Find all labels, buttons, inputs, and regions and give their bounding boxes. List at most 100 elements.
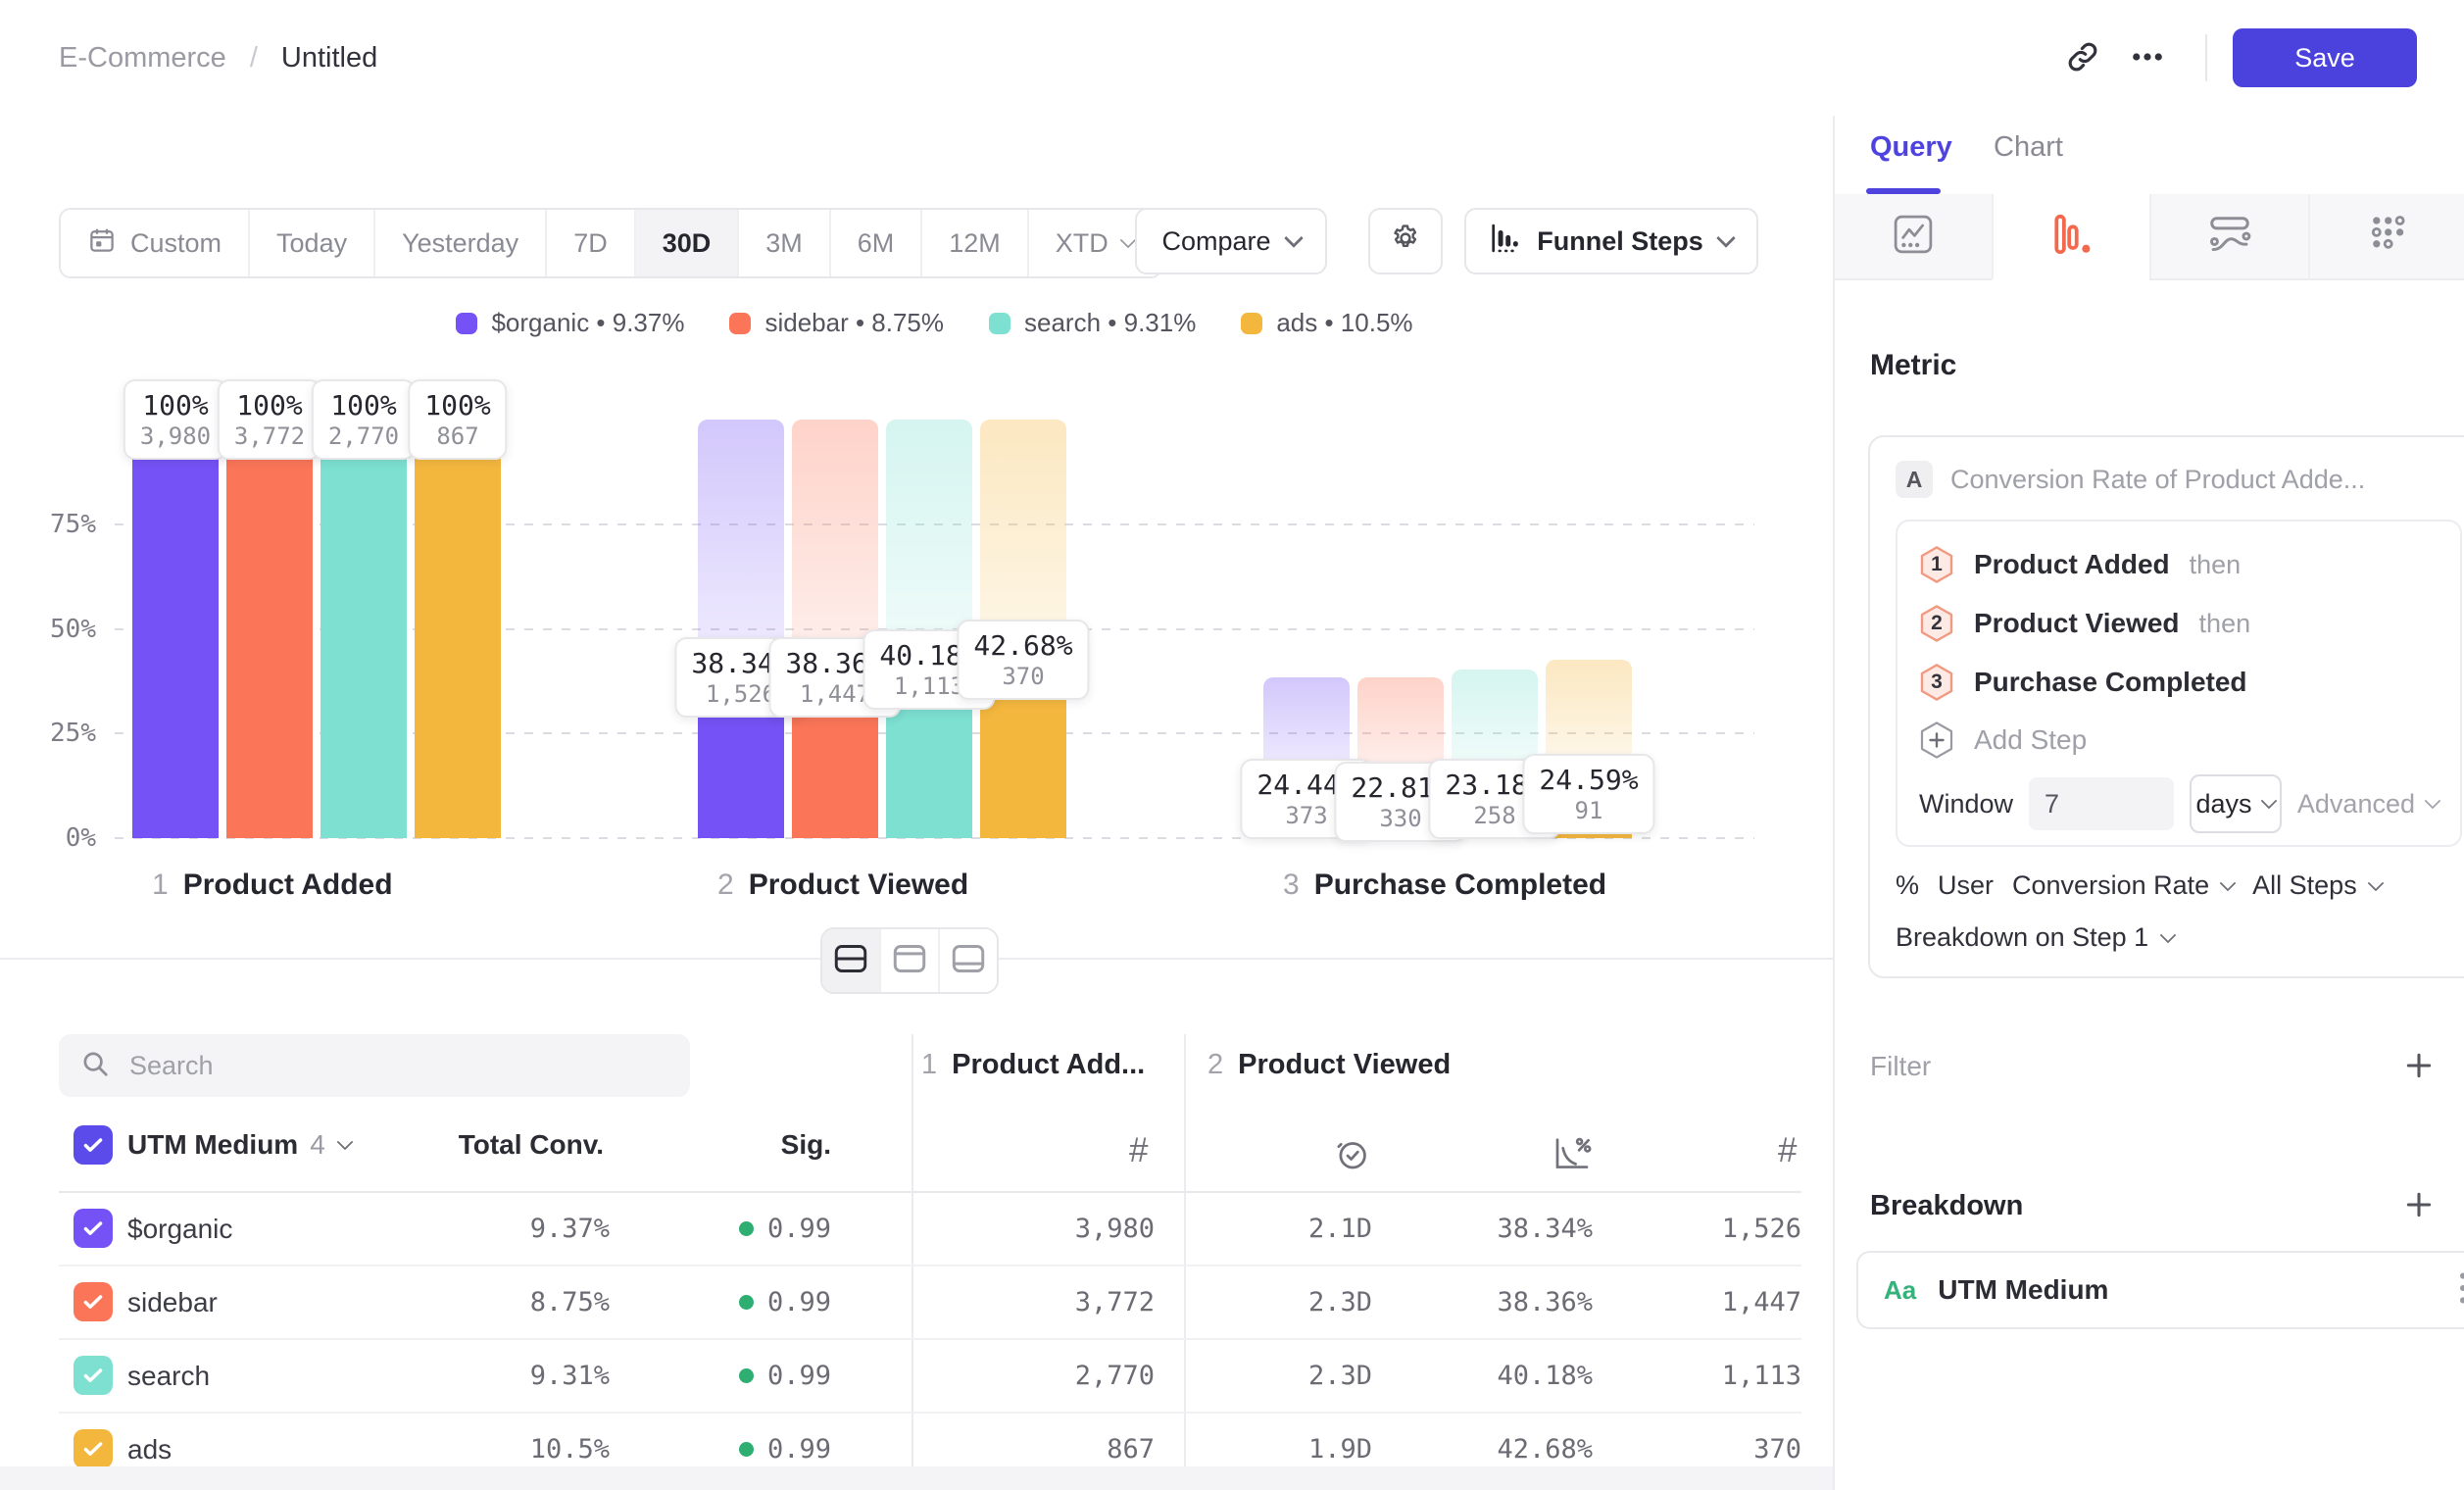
save-button[interactable]: Save	[2233, 28, 2417, 87]
tab-retention-chart[interactable]	[2308, 194, 2464, 280]
time-to-convert-icon[interactable]	[1333, 1135, 1370, 1177]
bottom-scroll-track[interactable]	[0, 1466, 1833, 1490]
row-checkbox[interactable]	[74, 1356, 113, 1395]
funnel-bar-organic-step2[interactable]: 38.34%1,526	[698, 420, 784, 838]
select-all-checkbox[interactable]	[74, 1125, 113, 1165]
breakdown-property-name: UTM Medium	[1938, 1274, 2429, 1306]
breakdown-on-select[interactable]: Breakdown on Step 1	[1896, 922, 2462, 953]
tab-flow-chart[interactable]	[2149, 194, 2308, 280]
sig-column-header[interactable]: Sig.	[781, 1125, 831, 1165]
advanced-toggle[interactable]: Advanced	[2297, 789, 2439, 820]
step-column-label: Product Viewed	[1238, 1049, 1451, 1081]
y-axis-tick: 50%	[22, 613, 96, 646]
row-conv-rate: 38.34%	[1497, 1193, 1593, 1265]
row-checkbox[interactable]	[74, 1282, 113, 1321]
tab-funnel-chart[interactable]	[1992, 194, 2150, 280]
conversion-rate-icon[interactable]	[1552, 1135, 1592, 1177]
row-conv-rate: 38.36%	[1497, 1266, 1593, 1338]
tab-chart[interactable]: Chart	[1994, 131, 2063, 164]
steps-scope-select[interactable]: All Steps	[2252, 870, 2382, 901]
count-column-icon[interactable]: #	[1778, 1131, 1797, 1170]
table-row-search[interactable]: search9.31%0.992,7702.3D40.18%1,113	[59, 1340, 1801, 1414]
entity-label[interactable]: User	[1938, 870, 1994, 901]
chart-type-tabs	[1835, 194, 2464, 280]
window-unit-select[interactable]: days	[2190, 774, 2282, 833]
funnel-bar-sidebar-step1[interactable]: 100%3,772	[226, 420, 313, 838]
link-icon	[2065, 39, 2100, 77]
total-conv-label: Total Conv.	[459, 1129, 604, 1161]
row-name: $organic	[127, 1193, 232, 1265]
kebab-menu-icon[interactable]	[2450, 1270, 2464, 1311]
add-step-button[interactable]: Add Step	[1919, 712, 2439, 769]
funnel-bar-organic-step1[interactable]: 100%3,980	[132, 420, 219, 838]
y-axis-tick: 75%	[22, 508, 96, 541]
ellipsis-icon	[2130, 39, 2165, 77]
tab-segmentation-chart[interactable]	[1835, 194, 1992, 280]
metric-step-2[interactable]: 2Product Viewedthen	[1919, 594, 2439, 653]
funnel-bar-search-step1[interactable]: 100%2,770	[320, 420, 407, 838]
total-conv-column-header[interactable]: Total Conv.	[459, 1125, 604, 1165]
metric-step-1[interactable]: 1Product Addedthen	[1919, 535, 2439, 594]
breakdown-heading: Breakdown	[1870, 1190, 2023, 1222]
bar-count: 2,770	[328, 422, 399, 451]
row-avg-time: 2.3D	[1308, 1340, 1372, 1412]
funnel-bar-sidebar-step2[interactable]: 38.36%1,447	[792, 420, 878, 838]
table-row-organic[interactable]: $organic9.37%0.993,9802.1D38.34%1,526	[59, 1193, 1801, 1266]
breakdown-property-card[interactable]: Aa UTM Medium	[1856, 1251, 2464, 1329]
line-chart-icon	[1892, 213, 1935, 261]
step-axis-label: 2Product Viewed	[717, 869, 968, 902]
window-value-input[interactable]	[2029, 777, 2174, 830]
funnel-bar-ads-step2[interactable]: 42.68%370	[980, 420, 1066, 838]
count-column-icon[interactable]: #	[1129, 1131, 1148, 1170]
add-step-label: Add Step	[1974, 724, 2087, 756]
funnel-bar-ads-step3[interactable]: 24.59%91	[1546, 420, 1632, 838]
column-group-step1: 1 Product Add...	[921, 1049, 1145, 1081]
search-input[interactable]	[127, 1050, 668, 1082]
breadcrumb: E-Commerce / Untitled	[59, 42, 377, 74]
row-checkbox[interactable]	[74, 1209, 113, 1248]
checkbox-checked[interactable]	[74, 1125, 113, 1165]
layout-bottom-button[interactable]	[940, 929, 997, 992]
metric-badge: A	[1896, 461, 1933, 498]
metric-heading: Metric	[1870, 349, 1956, 382]
table-row-sidebar[interactable]: sidebar8.75%0.993,7722.3D38.36%1,447	[59, 1266, 1801, 1340]
step-then-label: then	[2190, 550, 2242, 580]
significance-dot	[739, 1442, 754, 1457]
add-filter-button[interactable]	[2403, 1050, 2435, 1084]
funnel-bar-ads-step1[interactable]: 100%867	[415, 420, 501, 838]
row-total-conv: 9.31%	[530, 1340, 610, 1412]
bar-count: 370	[973, 663, 1072, 691]
bar-count: 867	[424, 422, 490, 451]
layout-top-button[interactable]	[881, 929, 940, 992]
layout-split-icon	[834, 944, 867, 978]
funnel-bar-fill	[132, 420, 219, 838]
metric-step-3[interactable]: 3Purchase Completed	[1919, 653, 2439, 712]
metric-type-select[interactable]: Conversion Rate	[2012, 870, 2234, 901]
tab-query[interactable]: Query	[1870, 131, 1952, 164]
funnel-bar-fill	[226, 420, 313, 838]
plus-icon	[2403, 1050, 2435, 1084]
more-menu-button[interactable]	[2115, 25, 2180, 90]
add-breakdown-button[interactable]	[2403, 1189, 2435, 1223]
bar-pct: 100%	[328, 388, 399, 422]
query-panel: Query Chart Metric A Conversion Rate of …	[1833, 116, 2464, 1490]
layout-split-button[interactable]	[822, 929, 881, 992]
bar-value-label: 24.59%91	[1522, 754, 1654, 834]
row-name: search	[127, 1340, 210, 1412]
bar-pct: 42.68%	[973, 628, 1072, 663]
share-link-button[interactable]	[2050, 25, 2115, 90]
step-event-name: Product Added	[1974, 549, 2170, 580]
step-column-label: Product Add...	[952, 1049, 1145, 1081]
breadcrumb-project[interactable]: E-Commerce	[59, 42, 226, 74]
breadcrumb-current[interactable]: Untitled	[281, 42, 377, 74]
step-event-name: Purchase Completed	[1974, 667, 2247, 698]
breakdown-column-header[interactable]: UTM Medium 4	[127, 1125, 351, 1165]
bar-pct: 100%	[424, 388, 490, 422]
step-number: 1	[921, 1049, 937, 1081]
row-checkbox[interactable]	[74, 1429, 113, 1468]
metric-title-row[interactable]: A Conversion Rate of Product Adde...	[1896, 461, 2462, 498]
row-significance: 0.99	[739, 1193, 831, 1265]
add-step-hex-icon	[1919, 720, 1954, 760]
funnel-plot: 100%3,98038.34%1,52624.44%373100%3,77238…	[115, 420, 1754, 838]
y-axis-tick: 0%	[22, 821, 96, 855]
